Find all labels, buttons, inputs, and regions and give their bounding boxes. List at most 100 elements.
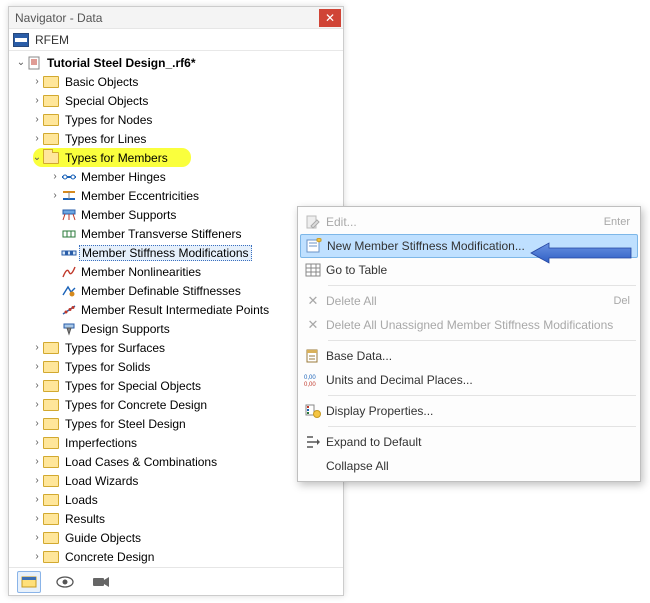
expand-icon[interactable]: ›	[31, 76, 43, 87]
tree-item[interactable]: Member Supports	[9, 205, 343, 224]
folder-icon	[43, 114, 59, 126]
tree-item-label: Design Supports	[79, 322, 170, 336]
tree-item[interactable]: › Member Eccentricities	[9, 186, 343, 205]
tree-item[interactable]: › Basic Objects	[9, 72, 343, 91]
tree-item[interactable]: ›Loads	[9, 490, 343, 509]
tree-item-label: Types for Special Objects	[63, 379, 201, 393]
tree-item-file-root[interactable]: ⌄ Tutorial Steel Design_.rf6*	[9, 53, 343, 72]
tree-item[interactable]: › Guide Objects	[9, 528, 343, 547]
expand-icon[interactable]: ›	[49, 171, 61, 182]
expand-icon[interactable]: ›	[31, 361, 43, 372]
expand-icon[interactable]: ›	[31, 551, 43, 562]
eye-icon	[56, 575, 74, 589]
folder-icon	[43, 95, 59, 107]
tree-item[interactable]: Member Result Intermediate Points	[9, 300, 343, 319]
tree-item-label: Basic Objects	[63, 75, 138, 89]
tree-item[interactable]: Member Transverse Stiffeners	[9, 224, 343, 243]
tree-item[interactable]: ›Steel Design	[9, 566, 343, 567]
close-button[interactable]: ✕	[319, 9, 341, 27]
member-stiffness-mod-icon	[61, 246, 77, 260]
expand-icon[interactable]: ⌄	[15, 57, 27, 68]
tree-item[interactable]: › Special Objects	[9, 91, 343, 110]
tree-item[interactable]: ›Types for Solids	[9, 357, 343, 376]
folder-icon	[43, 532, 59, 544]
views-tab-button[interactable]	[89, 571, 113, 593]
menu-accel: Enter	[596, 216, 630, 228]
expand-icon[interactable]: ›	[31, 437, 43, 448]
basedata-icon	[300, 344, 326, 368]
tree-item[interactable]: Member Definable Stiffnesses	[9, 281, 343, 300]
tree-item[interactable]: ›Types for Surfaces	[9, 338, 343, 357]
expand-icon[interactable]: ›	[31, 399, 43, 410]
tree-item[interactable]: Design Supports	[9, 319, 343, 338]
expand-icon[interactable]: ›	[31, 380, 43, 391]
tree-item-label: Member Result Intermediate Points	[79, 303, 269, 317]
menu-label: Edit...	[326, 215, 596, 229]
expand-icon[interactable]: ›	[49, 190, 61, 201]
tree-item[interactable]: Member Nonlinearities	[9, 262, 343, 281]
tree-item[interactable]: › Concrete Design	[9, 547, 343, 566]
expand-icon[interactable]: ›	[31, 95, 43, 106]
menu-item-new-stiffness-mod[interactable]: New Member Stiffness Modification...	[300, 234, 638, 258]
expand-icon[interactable]: ›	[31, 114, 43, 125]
tree-item-label: Guide Objects	[63, 531, 141, 545]
tree-item[interactable]: › Member Hinges	[9, 167, 343, 186]
tree-item-label: Results	[63, 512, 105, 526]
tree-item[interactable]: › Types for Special Objects	[9, 376, 343, 395]
expand-icon[interactable]: ›	[31, 342, 43, 353]
tree-item-member-stiffness-modifications[interactable]: Member Stiffness Modifications	[9, 243, 343, 262]
menu-separator	[328, 426, 636, 427]
menu-label: Display Properties...	[326, 404, 630, 418]
folder-icon	[43, 475, 59, 487]
menu-label: Expand to Default	[326, 435, 630, 449]
expand-icon[interactable]: ›	[31, 456, 43, 467]
titlebar: Navigator - Data ✕	[9, 7, 343, 29]
expand-icon[interactable]: ›	[31, 532, 43, 543]
menu-item-delete-unassigned: ✕ Delete All Unassigned Member Stiffness…	[300, 313, 638, 337]
design-supports-icon	[61, 322, 77, 336]
tree-item[interactable]: › Types for Nodes	[9, 110, 343, 129]
tree-item-label: Types for Nodes	[63, 113, 152, 127]
tree-item-types-for-members[interactable]: ⌄ Types for Members	[9, 148, 343, 167]
display-props-icon	[300, 399, 326, 423]
menu-item-goto-table[interactable]: Go to Table	[300, 258, 638, 282]
tree-item[interactable]: › Results	[9, 509, 343, 528]
tree-item-label: Concrete Design	[63, 550, 154, 564]
data-tab-button[interactable]	[17, 571, 41, 593]
rfem-logo-icon	[13, 33, 29, 47]
folder-open-icon	[43, 152, 59, 164]
expand-icon[interactable]: ›	[31, 133, 43, 144]
tree-item[interactable]: ›Load Wizards	[9, 471, 343, 490]
collapse-icon	[300, 454, 326, 478]
menu-item-units[interactable]: 0,000,00 Units and Decimal Places...	[300, 368, 638, 392]
menu-label: New Member Stiffness Modification...	[327, 239, 629, 253]
expand-icon[interactable]: ›	[31, 418, 43, 429]
menu-item-base-data[interactable]: Base Data...	[300, 344, 638, 368]
expand-icon[interactable]: ›	[31, 475, 43, 486]
show-tab-button[interactable]	[53, 571, 77, 593]
folder-icon	[43, 551, 59, 563]
tree-item[interactable]: ›Types for Steel Design	[9, 414, 343, 433]
expand-default-icon	[300, 430, 326, 454]
folder-icon	[43, 456, 59, 468]
tree-item[interactable]: ›Load Cases & Combinations	[9, 452, 343, 471]
member-hinges-icon	[61, 170, 77, 184]
tree-view[interactable]: ⌄ Tutorial Steel Design_.rf6* › Basic Ob…	[9, 51, 343, 567]
tree-item[interactable]: › Imperfections	[9, 433, 343, 452]
menu-label: Delete All	[326, 294, 605, 308]
collapse-icon[interactable]: ⌄	[31, 152, 43, 163]
svg-text:0,00: 0,00	[304, 375, 316, 381]
tree-item[interactable]: › Types for Lines	[9, 129, 343, 148]
tree-item[interactable]: ›Types for Concrete Design	[9, 395, 343, 414]
tree-item-label-selected: Member Stiffness Modifications	[79, 245, 252, 261]
menu-item-expand-default[interactable]: Expand to Default	[300, 430, 638, 454]
expand-icon[interactable]: ›	[31, 513, 43, 524]
tree-item-label: Member Transverse Stiffeners	[79, 227, 242, 241]
tree-item-label: Imperfections	[63, 436, 137, 450]
menu-item-collapse-all[interactable]: Collapse All	[300, 454, 638, 478]
tree-item-label: Member Eccentricities	[79, 189, 199, 203]
expand-icon[interactable]: ›	[31, 494, 43, 505]
menu-item-display-properties[interactable]: Display Properties...	[300, 399, 638, 423]
menu-label: Base Data...	[326, 349, 630, 363]
edit-icon	[300, 210, 326, 234]
